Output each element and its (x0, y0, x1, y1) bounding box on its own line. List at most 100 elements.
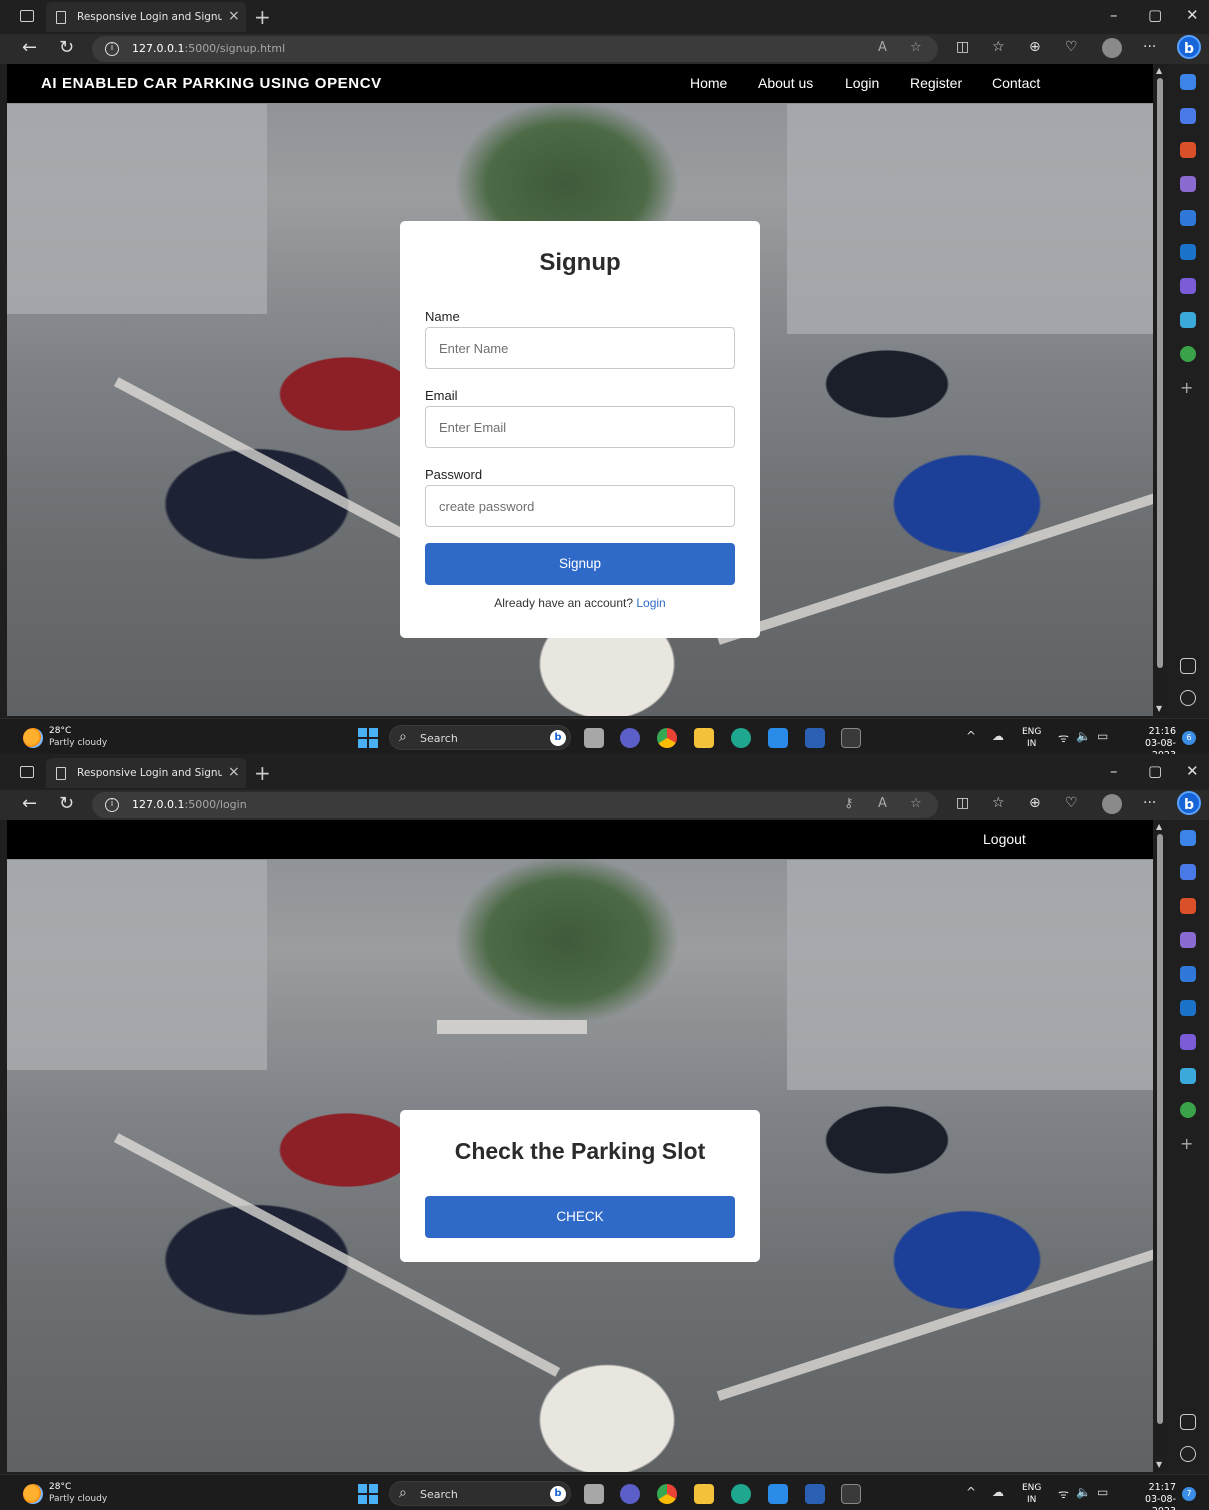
email-input[interactable] (425, 406, 735, 448)
file-explorer-icon[interactable] (694, 1484, 714, 1504)
password-input[interactable] (425, 485, 735, 527)
back-icon[interactable]: ← (22, 793, 37, 814)
add-icon[interactable]: + (1180, 1134, 1196, 1153)
word-icon[interactable] (805, 1484, 825, 1504)
more-icon[interactable]: ··· (1143, 39, 1156, 55)
battery-icon[interactable]: ▭ (1097, 729, 1108, 743)
volume-icon[interactable]: 🔈 (1076, 1485, 1091, 1499)
language-indicator[interactable]: ENG IN (1022, 726, 1041, 750)
outlook-icon[interactable] (1180, 1000, 1196, 1016)
profile-avatar[interactable] (1102, 794, 1122, 814)
name-input[interactable] (425, 327, 735, 369)
hide-sidebar-icon[interactable] (1180, 658, 1196, 674)
scroll-thumb[interactable] (1157, 78, 1163, 668)
logout-link[interactable]: Logout (983, 831, 1026, 847)
language-indicator[interactable]: ENG IN (1022, 1482, 1041, 1506)
read-aloud-icon[interactable]: A (878, 796, 887, 811)
favorites-icon[interactable]: ☆ (992, 39, 1005, 55)
settings-gear-icon[interactable] (1180, 1446, 1196, 1462)
add-icon[interactable]: + (1180, 378, 1196, 397)
split-screen-icon[interactable]: ◫ (956, 39, 969, 55)
collections-icon[interactable]: ⊕ (1029, 795, 1041, 811)
back-icon[interactable]: ← (22, 37, 37, 58)
terminal-icon[interactable] (841, 728, 861, 748)
tree-icon[interactable] (1180, 1102, 1196, 1118)
mail-icon[interactable] (768, 1484, 788, 1504)
notification-badge[interactable]: 6 (1182, 731, 1196, 745)
refresh-icon[interactable]: ↻ (59, 37, 74, 58)
site-brand[interactable]: AI ENABLED CAR PARKING USING OPENCV (41, 75, 382, 92)
edge-icon[interactable] (731, 1484, 751, 1504)
onedrive-cloud-icon[interactable]: ☁ (992, 729, 1004, 743)
volume-icon[interactable]: 🔈 (1076, 729, 1091, 743)
maximize-icon[interactable]: ▢ (1148, 6, 1162, 24)
mail-icon[interactable] (768, 728, 788, 748)
games-icon[interactable] (1180, 932, 1196, 948)
scroll-down-icon[interactable]: ▼ (1156, 704, 1162, 713)
tab-close-icon[interactable]: × (228, 8, 240, 24)
tools-icon[interactable] (1180, 142, 1196, 158)
weather-icon[interactable] (23, 728, 43, 748)
wifi-icon[interactable]: ᯤ (1058, 729, 1069, 746)
search-icon[interactable] (1180, 74, 1196, 90)
signup-button[interactable]: Signup (425, 543, 735, 585)
check-button[interactable]: CHECK (425, 1196, 735, 1238)
drop-icon[interactable] (1180, 1068, 1196, 1084)
close-icon[interactable]: ✕ (1186, 6, 1199, 24)
copilot-icon[interactable] (1180, 966, 1196, 982)
nav-login[interactable]: Login (845, 75, 879, 91)
profile-avatar[interactable] (1102, 38, 1122, 58)
taskbar-search[interactable]: ⌕ Search b (389, 725, 571, 750)
settings-gear-icon[interactable] (1180, 690, 1196, 706)
nav-about[interactable]: About us (758, 75, 813, 91)
health-icon[interactable]: ♡ (1065, 795, 1078, 811)
tab-close-icon[interactable]: × (228, 764, 240, 780)
file-explorer-icon[interactable] (694, 728, 714, 748)
refresh-icon[interactable]: ↻ (59, 793, 74, 814)
site-info-icon[interactable]: i (105, 798, 119, 812)
scroll-thumb[interactable] (1157, 834, 1163, 1424)
read-aloud-icon[interactable]: A (878, 40, 887, 55)
address-bar[interactable]: i 127.0.0.1:5000/signup.html A ☆ (92, 36, 938, 62)
copilot-icon[interactable] (1180, 210, 1196, 226)
task-view-icon[interactable] (584, 1484, 604, 1504)
taskbar-search[interactable]: ⌕ Search b (389, 1481, 571, 1506)
site-info-icon[interactable]: i (105, 42, 119, 56)
terminal-icon[interactable] (841, 1484, 861, 1504)
drop-icon[interactable] (1180, 312, 1196, 328)
battery-icon[interactable]: ▭ (1097, 1485, 1108, 1499)
taskbar-clock[interactable]: 21:1703-08-2023 (1122, 1482, 1176, 1510)
outlook-icon[interactable] (1180, 244, 1196, 260)
wifi-icon[interactable]: ᯤ (1058, 1485, 1069, 1502)
start-windows-icon[interactable] (358, 1484, 378, 1504)
weather-icon[interactable] (23, 1484, 43, 1504)
word-icon[interactable] (805, 728, 825, 748)
teams-chat-icon[interactable] (620, 1484, 640, 1504)
edge-icon[interactable] (731, 728, 751, 748)
chrome-icon[interactable] (657, 1484, 677, 1504)
notification-badge[interactable]: 7 (1182, 1487, 1196, 1501)
favorite-star-icon[interactable]: ☆ (910, 796, 922, 811)
designer-icon[interactable] (1180, 1034, 1196, 1050)
bing-copilot-icon[interactable]: b (1177, 791, 1201, 815)
nav-register[interactable]: Register (910, 75, 962, 91)
scroll-up-icon[interactable]: ▲ (1156, 822, 1162, 831)
minimize-icon[interactable]: – (1110, 762, 1118, 780)
health-icon[interactable]: ♡ (1065, 39, 1078, 55)
onedrive-cloud-icon[interactable]: ☁ (992, 1485, 1004, 1499)
teams-chat-icon[interactable] (620, 728, 640, 748)
password-key-icon[interactable]: ⚷ (844, 796, 854, 811)
close-icon[interactable]: ✕ (1186, 762, 1199, 780)
task-view-icon[interactable] (584, 728, 604, 748)
start-windows-icon[interactable] (358, 728, 378, 748)
favorite-star-icon[interactable]: ☆ (910, 40, 922, 55)
collections-icon[interactable]: ⊕ (1029, 39, 1041, 55)
games-icon[interactable] (1180, 176, 1196, 192)
more-icon[interactable]: ··· (1143, 795, 1156, 811)
maximize-icon[interactable]: ▢ (1148, 762, 1162, 780)
tray-chevron-icon[interactable]: ^ (966, 1485, 976, 1499)
nav-contact[interactable]: Contact (992, 75, 1040, 91)
shopping-icon[interactable] (1180, 864, 1196, 880)
login-link[interactable]: Login (636, 596, 665, 610)
search-icon[interactable] (1180, 830, 1196, 846)
